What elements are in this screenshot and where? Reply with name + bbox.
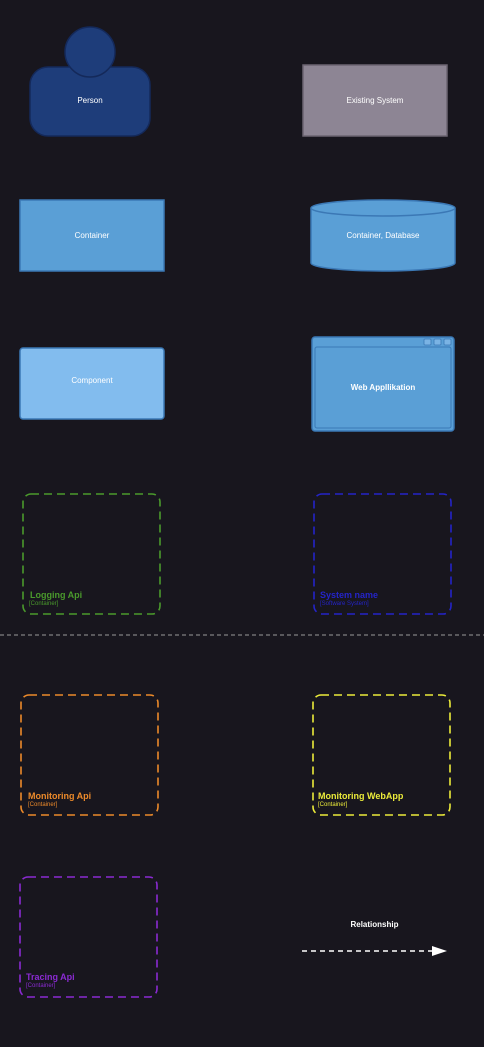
relationship-arrow[interactable] (302, 946, 447, 956)
window-control-icon (433, 338, 442, 346)
database-label: Container, Database (346, 231, 420, 240)
logging-api-type: [Container] (29, 601, 59, 607)
logging-api-title: Logging Api (30, 590, 83, 600)
tracing-api-title: Tracing Api (26, 972, 75, 982)
web-app-label: Web Appllikation (350, 383, 416, 392)
c4-legend-canvas (0, 26, 484, 998)
monitoring-api-title: Monitoring Api (28, 791, 92, 801)
system-name-type: [Software System] (320, 601, 369, 607)
system-name-title: System name (320, 590, 379, 600)
container-label: Container (74, 231, 110, 240)
tracing-api-type: [Container] (26, 983, 56, 989)
existing-system-label: Existing System (346, 96, 404, 105)
relationship-label: Relationship (350, 920, 399, 929)
window-control-icon (423, 338, 432, 346)
monitoring-webapp-title: Monitoring WebApp (318, 791, 404, 801)
person-label: Person (77, 96, 103, 105)
monitoring-webapp-type: [Container] (318, 802, 348, 808)
arrowhead-icon (432, 946, 447, 956)
window-control-icon (443, 338, 452, 346)
component-label: Component (71, 376, 113, 385)
person-shape[interactable] (29, 26, 151, 137)
monitoring-api-type: [Container] (28, 802, 58, 808)
